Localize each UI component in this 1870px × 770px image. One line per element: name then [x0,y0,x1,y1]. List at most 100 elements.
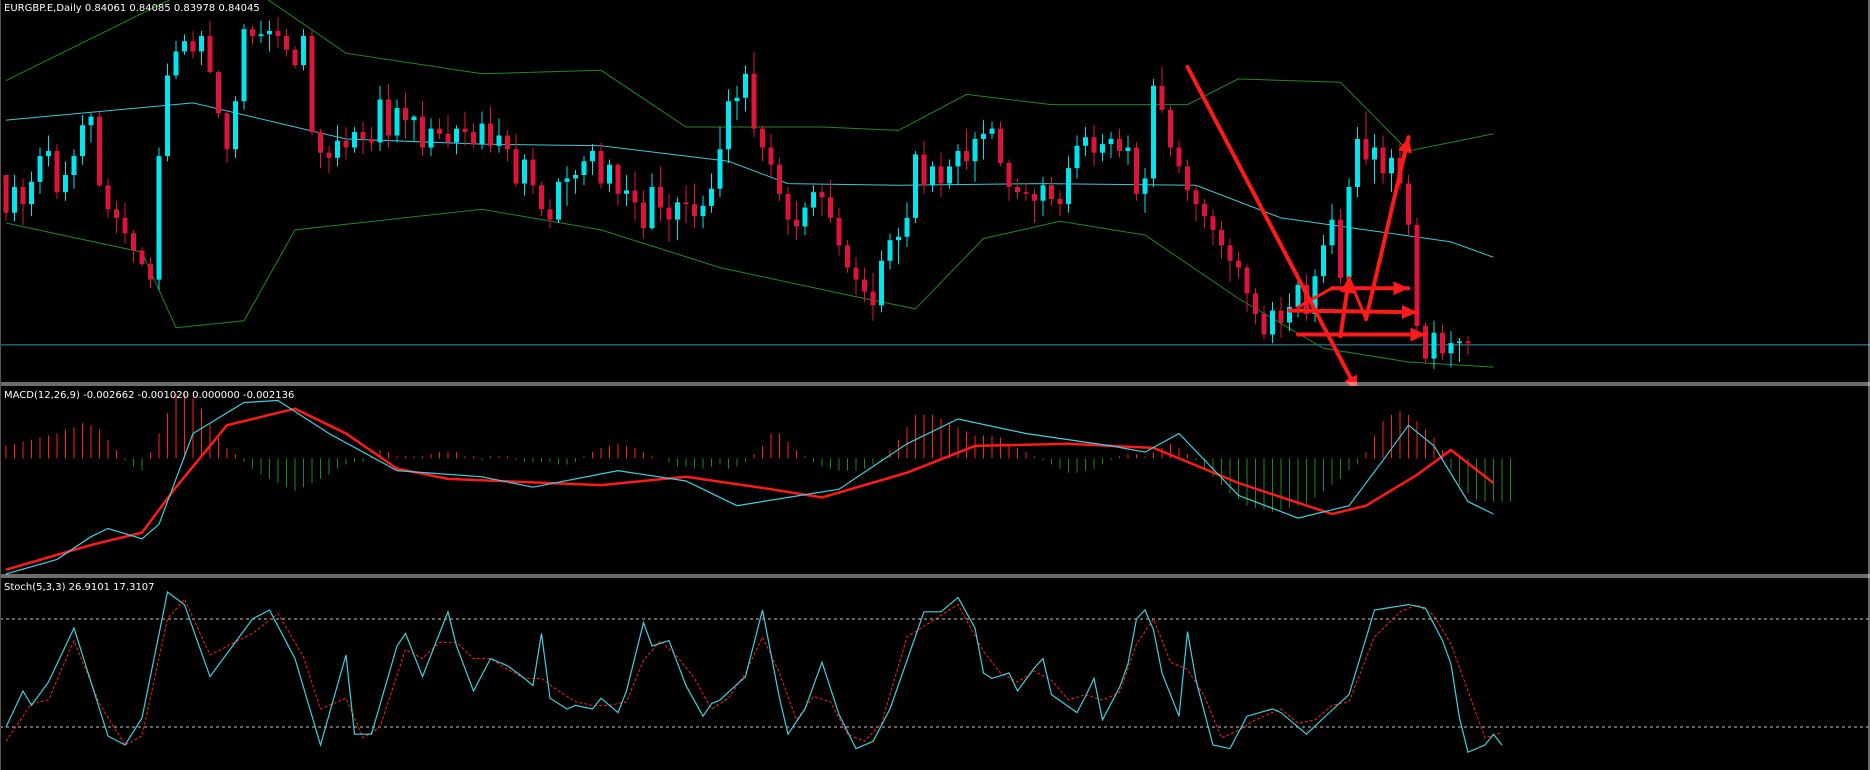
candle-body [1006,162,1012,187]
candle-body [913,154,918,218]
candle-body [1440,332,1445,354]
candle-body [947,166,952,184]
candle-body [250,29,255,37]
candle-body [479,123,485,145]
candle-body [938,166,944,184]
candle-body [488,123,493,146]
candle-body [190,41,196,52]
candle-body [530,159,536,186]
candle-body [692,204,697,217]
stochastic-panel-title: Stoch(5,3,3) 26.9101 17.3107 [4,582,155,593]
candle-body [1151,85,1156,179]
candle-body [717,149,723,189]
stochastic-panel[interactable]: Stoch(5,3,3) 26.9101 17.3107 [0,578,1870,770]
candle-body [309,36,315,133]
candle-body [1083,137,1088,146]
candle-body [1057,199,1063,205]
candle-body [1091,137,1097,153]
candle-body [80,125,85,157]
candle-body [1066,168,1071,205]
candle-body [3,174,9,213]
macd-panel[interactable]: MACD(12,26,9) -0.002662 -0.001020 0.0000… [0,386,1870,578]
candle-body [1227,245,1233,261]
candle-body [445,133,451,143]
candle-body [1236,260,1241,268]
candle-body [54,150,60,193]
candle-body [1117,138,1122,151]
candle-body [1380,147,1386,174]
candle-body [828,197,833,218]
candle-body [386,99,391,136]
candle-body [360,132,366,139]
candle-body [1185,166,1190,191]
candle-body [156,156,162,280]
candle-body [1210,216,1216,230]
annotation-arrow [1287,308,1419,315]
candle-body [1423,325,1428,359]
candle-body [131,233,136,251]
candle-body [1372,147,1377,160]
candle-body [105,185,111,210]
candle-body [88,116,94,126]
candle-body [751,73,757,129]
candle-body [709,188,714,206]
candle-body [241,29,247,102]
candle-body [641,202,646,229]
candle-body [1278,310,1284,323]
candle-body [811,192,816,208]
candle-body [139,250,145,265]
candle-body [1108,138,1114,145]
candle-body [1219,229,1224,246]
candle-body [71,156,77,175]
candle-body [1049,185,1054,200]
candle-body [437,128,442,134]
candle-body [683,202,689,205]
candle-body [904,217,910,237]
candle-body [97,116,102,186]
candle-body [1023,192,1029,194]
candle-body [1355,138,1360,187]
candle-body [930,166,935,186]
candle-body [675,202,680,220]
candle-body [819,192,825,198]
price-panel[interactable]: EURGBP.E,Daily 0.84061 0.84085 0.83978 0… [0,0,1870,386]
candle-body [37,156,43,182]
candle-body [12,186,17,213]
stochastic-main-line [5,590,1503,754]
candle-body [649,186,655,229]
candle-body [760,128,765,148]
candle-body [1244,267,1250,294]
candle-body [1338,219,1343,278]
candle-body [547,209,553,220]
candle-body [165,75,170,157]
candle-body [632,190,638,203]
annotation-arrowhead [1393,281,1409,296]
candle-body [794,219,799,227]
candle-body [182,41,187,52]
candle-body [496,135,502,146]
candle-body [955,150,961,167]
chart-window: EURGBP.E,Daily 0.84061 0.84085 0.83978 0… [0,0,1870,770]
candle-body [802,207,808,227]
candle-body [1363,138,1369,160]
candle-body [1134,147,1139,194]
macd-panel-title: MACD(12,26,9) -0.002662 -0.001020 0.0000… [4,390,294,401]
candle-body [318,132,323,153]
candle-body [615,164,621,194]
candle-body [1295,284,1301,308]
candle-body [1074,145,1080,169]
candle-body [148,264,153,280]
candle-body [1032,193,1037,201]
candle-body [1329,219,1335,246]
candle-body [199,36,204,52]
candle-body [607,164,612,184]
candle-body [114,209,119,218]
candle-body [836,217,842,246]
candle-body [1465,341,1471,344]
candle-body [513,149,519,184]
candle-body [972,138,978,162]
candle-body [63,174,68,193]
candle-body [505,135,510,150]
candle-body [471,132,476,145]
candle-body [1159,85,1165,110]
